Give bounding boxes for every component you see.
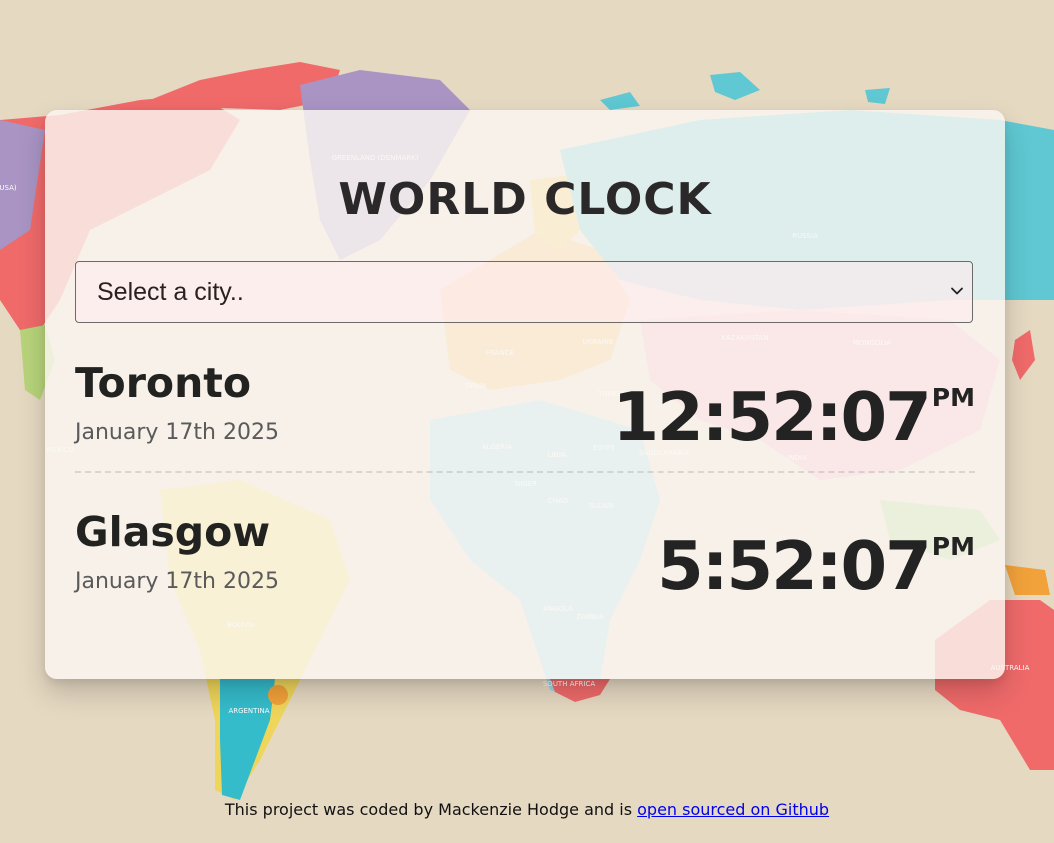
city-name: Glasgow	[75, 508, 271, 556]
map-label-usa: USA)	[0, 184, 17, 192]
map-arctic-small-1	[865, 88, 890, 104]
footer: This project was coded by Mackenzie Hodg…	[0, 799, 1054, 821]
page-title: WORLD CLOCK	[338, 174, 712, 225]
city-select[interactable]: Select a city..	[75, 261, 973, 323]
city-divider	[75, 471, 975, 473]
city-date: January 17th 2025	[75, 569, 279, 594]
city-time: 12:52:07	[612, 378, 931, 456]
city-name: Toronto	[75, 359, 252, 407]
city-time: 5:52:07	[657, 527, 932, 605]
city-time-display: 12:52:07PM	[612, 358, 975, 475]
city-row-toronto: Toronto January 17th 2025 12:52:07PM	[75, 358, 975, 488]
city-time-display: 5:52:07PM	[657, 507, 975, 624]
city-date: January 17th 2025	[75, 420, 279, 445]
city-time-ampm: PM	[931, 383, 975, 412]
map-label-south-africa: SOUTH AFRICA	[543, 680, 595, 688]
map-svalbard	[710, 72, 760, 100]
city-row-glasgow: Glasgow January 17th 2025 5:52:07PM	[75, 507, 975, 637]
map-japan	[1012, 330, 1035, 380]
city-time-ampm: PM	[931, 532, 975, 561]
map-arctic-small-2	[600, 92, 640, 110]
map-label-argentina: ARGENTINA	[228, 707, 269, 715]
footer-text: This project was coded by Mackenzie Hodg…	[224, 800, 633, 819]
map-papua	[1005, 565, 1050, 595]
map-uruguay	[268, 685, 288, 705]
github-link[interactable]: open sourced on Github	[637, 800, 829, 819]
world-clock-card: WORLD CLOCK Select a city.. Toronto Janu…	[45, 110, 1005, 679]
city-select-value: Select a city..	[97, 278, 244, 306]
chevron-down-icon	[951, 287, 963, 295]
